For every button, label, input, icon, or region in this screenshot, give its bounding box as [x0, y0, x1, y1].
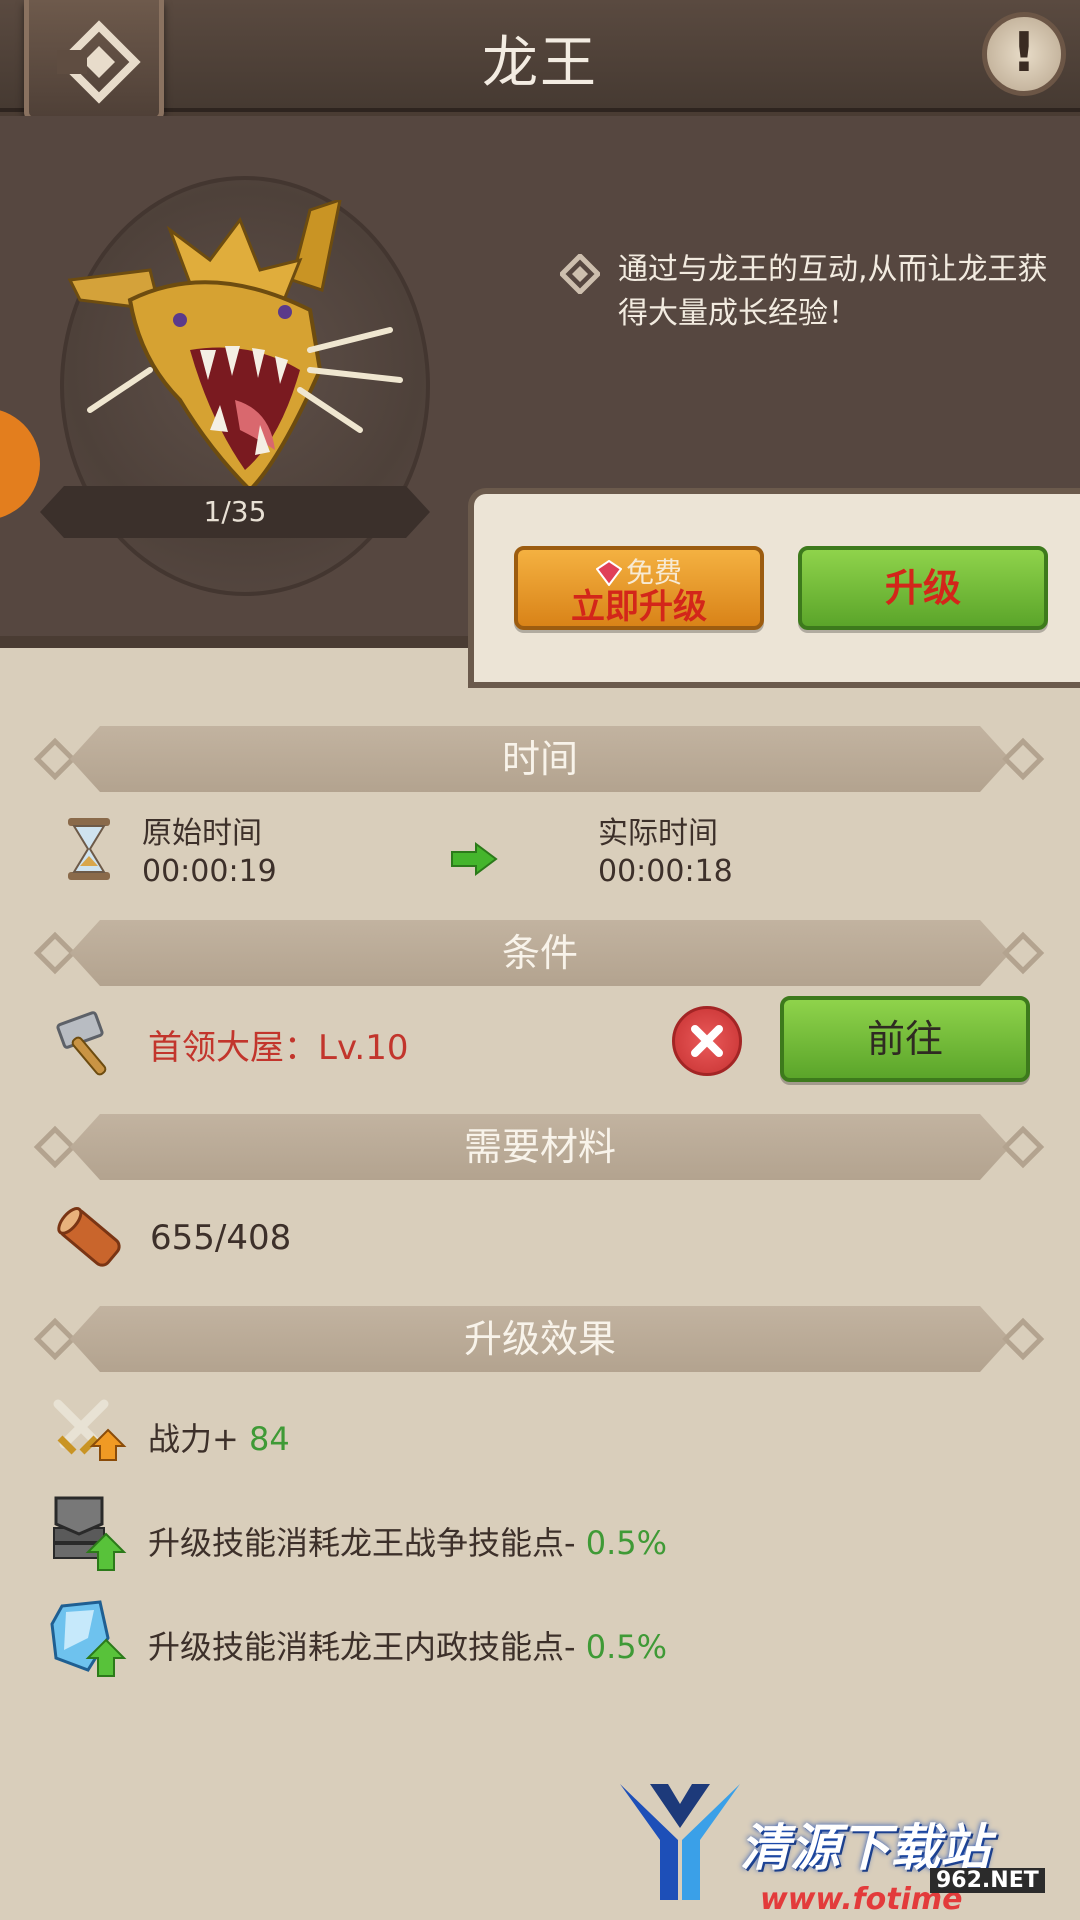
watermark-net: 962.NET	[930, 1868, 1045, 1893]
free-label: 免费	[625, 556, 682, 589]
description-text: 通过与龙王的互动,从而让龙王获得大量成长经验！	[618, 252, 1048, 331]
effect-domestic-skill-value: 0.5%	[585, 1628, 668, 1666]
section-header-effects: 升级效果	[70, 1306, 1010, 1372]
go-button[interactable]: 前往	[780, 996, 1030, 1082]
instant-upgrade-button[interactable]: 免费 立即升级	[514, 546, 764, 630]
instant-upgrade-label: 立即升级	[571, 587, 707, 627]
diamond-bullet-icon	[560, 254, 600, 294]
info-button[interactable]: !	[982, 12, 1066, 96]
effect-power-label: 战力+	[148, 1420, 249, 1458]
effect-domestic-skill-label: 升级技能消耗龙王内政技能点-	[148, 1628, 586, 1666]
section-header-materials: 需要材料	[70, 1114, 1010, 1180]
wood-amount: 655/408	[150, 1218, 292, 1258]
section-header-time: 时间	[70, 726, 1010, 792]
effect-domestic-skill: 升级技能消耗龙王内政技能点- 0.5%	[148, 1622, 667, 1668]
effect-war-skill-value: 0.5%	[585, 1524, 668, 1562]
header-bar: 龙王 !	[0, 0, 1080, 122]
wood-log-icon	[57, 1207, 121, 1267]
arrow-right-icon	[451, 842, 498, 876]
crossed-swords-icon	[53, 1399, 127, 1461]
requirement-text: 首领大屋：Lv.10	[148, 1028, 409, 1068]
effect-power: 战力+ 84	[148, 1414, 290, 1460]
watermark-logo-icon	[620, 1784, 740, 1900]
upgrade-button[interactable]: 升级	[798, 546, 1048, 630]
war-skill-book-icon	[53, 1496, 127, 1571]
page-title: 龙王	[482, 31, 598, 96]
original-time-label: 原始时间	[142, 816, 262, 851]
original-time-value: 00:00:19	[142, 854, 277, 889]
actual-time-label: 实际时间	[598, 816, 718, 851]
dragon-king-portrait	[67, 200, 403, 493]
side-tab-button[interactable]	[0, 408, 40, 520]
section-header-condition: 条件	[70, 920, 1010, 986]
effect-war-skill-label: 升级技能消耗龙王战争技能点-	[148, 1524, 586, 1562]
domestic-skill-crystal-icon	[50, 1600, 127, 1677]
gem-icon	[595, 560, 622, 586]
hero-description: 通过与龙王的互动,从而让龙王获得大量成长经验！	[560, 248, 1070, 336]
actual-time-value: 00:00:18	[598, 854, 733, 889]
effect-power-value: 84	[249, 1420, 290, 1458]
hammer-icon	[56, 1011, 107, 1076]
effect-war-skill: 升级技能消耗龙王战争技能点- 0.5%	[148, 1518, 667, 1564]
portrait-counter: 1/35	[40, 486, 430, 538]
not-met-icon	[672, 1006, 742, 1076]
hourglass-icon	[68, 818, 110, 880]
